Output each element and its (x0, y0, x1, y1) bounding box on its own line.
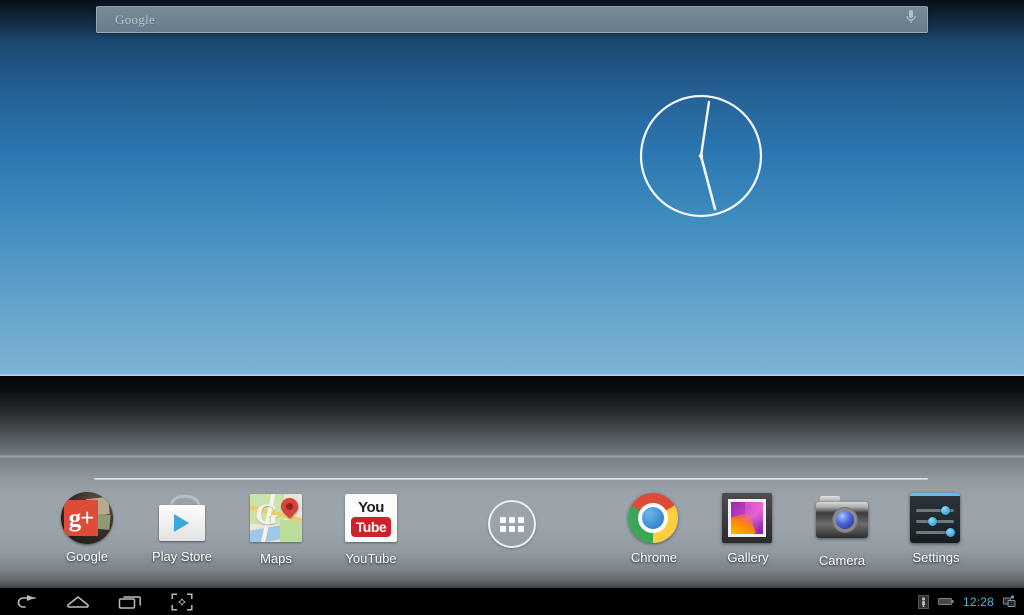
maps-icon[interactable]: G (250, 494, 302, 546)
google-plus-icon[interactable]: g+ (61, 492, 113, 544)
youtube-icon[interactable]: You Tube (345, 494, 397, 546)
screenshot-notification-icon[interactable] (1003, 595, 1016, 608)
google-search-widget[interactable]: Google (96, 6, 928, 33)
clock-hour-hand (699, 100, 711, 158)
system-navigation-bar: 12:28 (0, 588, 1024, 615)
nav-button-group (0, 590, 198, 614)
wallpaper-sky (0, 0, 1024, 376)
back-button[interactable] (10, 590, 42, 614)
dock-label-google: Google (66, 549, 108, 564)
status-icon-group: 12:28 (918, 595, 1024, 609)
dock-label-settings: Settings (912, 550, 960, 565)
battery-icon[interactable] (938, 597, 954, 606)
dock-label-play-store: Play Store (152, 549, 212, 564)
dock-item-chrome[interactable]: Chrome (608, 493, 700, 565)
dock-item-settings[interactable]: Settings (890, 493, 982, 565)
dock-divider (94, 478, 928, 480)
gallery-icon[interactable] (722, 493, 774, 545)
clock-minute-hand (699, 154, 717, 211)
status-bar-clock[interactable]: 12:28 (963, 595, 994, 609)
app-dock: g+ Google Play Store G Maps You Tube You… (0, 492, 1024, 576)
chrome-icon[interactable] (628, 493, 680, 545)
dock-item-maps[interactable]: G Maps (230, 494, 322, 566)
dock-label-chrome: Chrome (630, 550, 678, 565)
recents-button[interactable] (114, 590, 146, 614)
apps-grid-icon[interactable] (486, 498, 538, 550)
dock-label-camera: Camera (818, 553, 866, 568)
usb-debug-icon[interactable] (918, 594, 929, 609)
dock-item-google[interactable]: g+ Google (41, 492, 133, 564)
dock-label-gallery: Gallery (727, 550, 769, 565)
microphone-icon[interactable] (905, 9, 917, 30)
screenshot-button[interactable] (166, 590, 198, 614)
dock-item-camera[interactable]: Camera (796, 496, 888, 568)
wallpaper-ground-sheen (0, 455, 1024, 458)
home-button[interactable] (62, 590, 94, 614)
clock-center-pin (698, 153, 704, 159)
dock-item-gallery[interactable]: Gallery (702, 493, 794, 565)
analog-clock-widget[interactable] (638, 93, 764, 219)
search-input-placeholder[interactable]: Google (115, 12, 155, 28)
play-store-icon[interactable] (156, 492, 208, 544)
settings-sliders-icon[interactable] (910, 493, 962, 545)
dock-item-youtube[interactable]: You Tube YouTube (325, 494, 417, 566)
dock-item-play-store[interactable]: Play Store (136, 492, 228, 564)
dock-label-maps: Maps (260, 551, 292, 566)
dock-label-youtube: YouTube (345, 551, 397, 566)
camera-icon[interactable] (816, 496, 868, 548)
app-drawer-button[interactable] (466, 498, 558, 555)
